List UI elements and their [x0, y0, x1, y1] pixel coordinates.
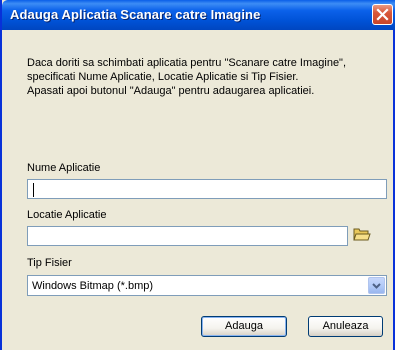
close-button[interactable] — [372, 4, 393, 25]
instructions-text: Daca doriti sa schimbati aplicatia pentr… — [27, 56, 372, 98]
close-icon — [376, 8, 389, 21]
folder-open-icon — [353, 228, 371, 241]
app-name-input[interactable] — [27, 179, 387, 199]
browse-button[interactable] — [352, 224, 372, 244]
file-type-label: Tip Fisier — [27, 257, 72, 269]
app-location-input[interactable] — [27, 226, 348, 246]
dropdown-button[interactable] — [368, 277, 385, 294]
file-type-select[interactable]: Windows Bitmap (*.bmp) — [27, 275, 387, 296]
file-type-value: Windows Bitmap (*.bmp) — [32, 280, 154, 292]
cancel-button[interactable]: Anuleaza — [308, 316, 383, 337]
app-name-label: Nume Aplicatie — [27, 162, 101, 174]
text-caret — [33, 183, 34, 197]
instructions-line: Apasati apoi butonul "Adauga" pentru ada… — [27, 85, 315, 97]
dialog-title: Adauga Aplicatia Scanare catre Imagine — [10, 7, 261, 22]
app-location-label: Locatie Aplicatie — [27, 209, 107, 221]
instructions-line: Daca doriti sa schimbati aplicatia pentr… — [27, 57, 347, 69]
title-bar[interactable]: Adauga Aplicatia Scanare catre Imagine — [2, 0, 395, 30]
chevron-down-icon — [372, 283, 381, 289]
add-button[interactable]: Adauga — [201, 316, 287, 337]
instructions-line: specificati Nume Aplicatie, Locatie Apli… — [27, 71, 299, 83]
dialog-window: Adauga Aplicatia Scanare catre Imagine D… — [0, 0, 395, 350]
